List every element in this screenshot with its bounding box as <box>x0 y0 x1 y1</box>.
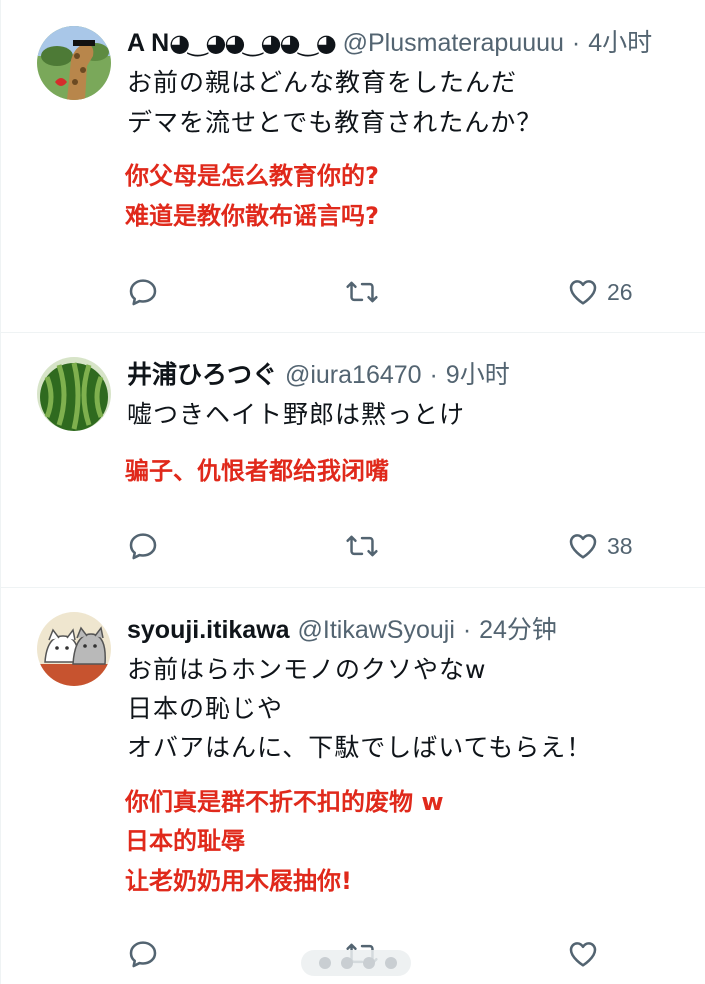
watermark-dot <box>385 957 397 969</box>
separator-dot: · <box>429 361 438 389</box>
user-handle[interactable]: @Plusmaterapuuuu <box>343 29 564 57</box>
reply-icon <box>129 279 157 306</box>
avatar[interactable] <box>37 612 111 686</box>
watermark-dot <box>363 957 375 969</box>
timestamp[interactable]: 4小时 <box>588 29 652 57</box>
reply-icon <box>129 941 157 968</box>
reply-button[interactable] <box>127 938 167 970</box>
user-handle[interactable]: @ItikawSyouji <box>298 616 455 644</box>
heart-icon <box>569 942 597 967</box>
translation-line: 骗子、仇恨者都给我闭嘴 <box>125 457 389 485</box>
emoji-icon: ◕‿◕◕‿◕◕‿◕ <box>169 29 337 57</box>
tweet-text-line: 嘘つきヘイト野郎は黙っとけ <box>127 400 466 429</box>
cats-illustration-avatar <box>37 612 111 686</box>
tweet-header: syouji.itikawa @ItikawSyouji · 24分钟 <box>127 615 557 645</box>
reply-button[interactable] <box>127 276 167 308</box>
timestamp[interactable]: 9小时 <box>446 361 510 389</box>
tweet-1[interactable]: A N◕‿◕◕‿◕◕‿◕ @Plusmaterapuuuu · 4小时 お前の親… <box>1 0 705 333</box>
avatar[interactable] <box>37 26 111 100</box>
tweet-text-line: オバアはんに、下駄でしばいてもらえ！ <box>127 733 593 762</box>
retweet-button[interactable] <box>345 530 387 562</box>
user-handle[interactable]: @iura16470 <box>285 361 422 389</box>
display-name[interactable]: syouji.itikawa <box>127 616 290 644</box>
translation-line: 让老奶奶用木屐抽你! <box>125 867 352 895</box>
giraffe-avatar <box>37 26 111 100</box>
separator-dot: · <box>462 616 472 644</box>
like-count: 26 <box>607 278 633 305</box>
translation-line: 日本的耻辱 <box>125 827 245 855</box>
like-button[interactable]: 38 <box>567 530 633 562</box>
tweet-text-line: 日本の恥じや <box>127 694 284 723</box>
reply-button[interactable] <box>127 530 167 562</box>
heart-icon <box>569 534 597 559</box>
tweet-3[interactable]: syouji.itikawa @ItikawSyouji · 24分钟 お前はら… <box>1 588 705 984</box>
reply-feed: A N◕‿◕◕‿◕◕‿◕ @Plusmaterapuuuu · 4小时 お前の親… <box>0 0 705 984</box>
separator-dot: · <box>571 29 581 57</box>
retweet-button[interactable] <box>345 276 387 308</box>
tweet-header: 井浦ひろつぐ @iura16470 · 9小时 <box>127 360 510 390</box>
tweet-text-line: デマを流せとでも教育されたんか？ <box>127 108 543 137</box>
display-name[interactable]: 井浦ひろつぐ <box>127 361 277 389</box>
watermark-dot <box>341 957 353 969</box>
tweet-2[interactable]: 井浦ひろつぐ @iura16470 · 9小时 嘘つきヘイト野郎は黙っとけ 骗子… <box>1 333 705 588</box>
heart-icon <box>569 280 597 305</box>
reply-icon <box>129 533 157 560</box>
translation-line: 你父母是怎么教育你的? <box>125 162 379 190</box>
watermelon-avatar <box>37 357 111 431</box>
tweet-text-line: お前の親はどんな教育をしたんだ <box>127 68 518 97</box>
like-button[interactable]: 26 <box>567 276 633 308</box>
translation-line: 难道是教你散布谣言吗? <box>125 202 379 230</box>
retweet-icon <box>346 281 378 303</box>
tweet-header: A N◕‿◕◕‿◕◕‿◕ @Plusmaterapuuuu · 4小时 <box>127 28 652 58</box>
avatar[interactable] <box>37 357 111 431</box>
like-count: 38 <box>607 532 633 559</box>
like-button[interactable] <box>567 938 607 970</box>
retweet-icon <box>346 535 378 557</box>
tweet-text-line: お前はらホンモノのクソやなw <box>127 655 487 684</box>
display-name[interactable]: A N <box>127 29 169 57</box>
translation-line: 你们真是群不折不扣的废物 w <box>125 788 444 816</box>
watermark-dot <box>319 957 331 969</box>
timestamp[interactable]: 24分钟 <box>479 616 557 644</box>
